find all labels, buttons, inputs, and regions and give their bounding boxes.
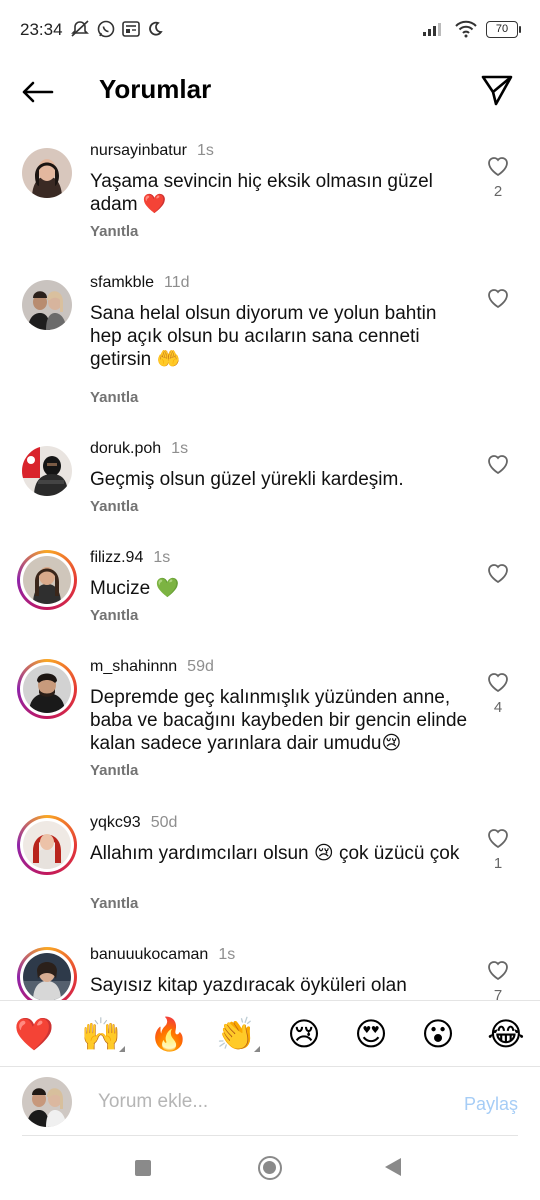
divider [22,1135,518,1136]
comment-item: nursayinbatur 1s Yaşama sevincin hiç eksi… [0,130,540,260]
comment-time: 1s [196,142,214,159]
comment-username[interactable]: banuuukocaman 1s [90,946,235,964]
moon-icon [149,21,163,36]
status-time: 23:34 [20,20,63,39]
like-heart-icon[interactable] [486,453,510,475]
avatar-story-ring[interactable] [17,947,77,1000]
home-button[interactable] [258,1156,282,1180]
comment-username[interactable]: filizz.94 1s [90,549,170,567]
emoji-laugh[interactable]: 😂 [486,1014,526,1054]
emoji-heart-eyes[interactable]: 😍 [351,1014,391,1054]
battery-icon: 70 [486,20,521,38]
reply-button[interactable]: Yanıtla [90,895,138,912]
recent-apps-button[interactable] [135,1160,151,1176]
whatsapp-icon [97,20,115,38]
avatar[interactable] [22,446,72,496]
comment-input[interactable] [98,1091,398,1113]
comment-item: sfamkble 11d Sana helal olsun diyorum ve … [0,262,540,427]
system-back-button[interactable] [385,1158,401,1176]
like-heart-icon[interactable] [486,827,510,849]
comment-text: Sayısız kitap yazdıracak öyküleri olan [90,975,407,996]
mute-icon [71,20,89,37]
comment-time: 1s [153,549,171,566]
battery-level: 70 [495,23,509,35]
emoji-raised-hands[interactable]: 🙌 [81,1014,125,1054]
comment-time: 1s [218,946,236,963]
avatar [23,556,71,604]
comment-item: yqkc93 50d Allahım yardımcıları olsun 😢 ç… [0,802,540,932]
news-icon [122,21,140,37]
like-count: 7 [493,987,503,1000]
status-system-icons: 70 [422,20,521,38]
comment-time: 50d [150,814,178,831]
like-count: 2 [493,183,503,200]
skin-tone-indicator [119,1046,125,1052]
comment-text: Sana helal olsun diyorum ve yolun bahtin… [90,303,437,370]
my-avatar [22,1077,72,1127]
avatar-story-ring[interactable] [17,550,77,610]
like-heart-icon[interactable] [486,671,510,693]
reply-button[interactable]: Yanıtla [90,498,138,515]
comment-time: 59d [187,658,214,675]
like-heart-icon[interactable] [486,959,510,981]
comment-input-bar: Paylaş [0,1066,540,1138]
avatar [23,953,71,1000]
comment-text: Allahım yardımcıları olsun 😢 çok üzücü ç… [90,843,460,864]
page-title: Yorumlar [99,74,212,104]
like-count: 1 [493,855,503,872]
share-button[interactable]: Paylaş [464,1094,518,1115]
comment-item: m_shahinnn 59d Depremde geç kalınmışlık y… [0,646,540,801]
avatar-story-ring[interactable] [17,815,77,875]
reply-button[interactable]: Yanıtla [90,607,138,624]
avatar [23,665,71,713]
header: Yorumlar [0,64,540,120]
avatar-story-ring[interactable] [17,659,77,719]
comment-username[interactable]: nursayinbatur 1s [90,142,214,160]
comment-text: Geçmiş olsun güzel yürekli kardeşim. [90,469,404,490]
emoji-clap[interactable]: 👏 [216,1014,260,1054]
status-bar: 23:34 70 [0,0,540,64]
comment-time: 1s [171,440,189,457]
comment-username[interactable]: m_shahinnn 59d [90,658,214,676]
emoji-cry[interactable]: 😢 [284,1014,324,1054]
comments-list[interactable]: nursayinbatur 1s Yaşama sevincin hiç eksi… [0,130,540,1000]
reply-button[interactable]: Yanıtla [90,223,138,240]
signal-icon [423,23,441,36]
status-notification-icons [70,20,163,38]
send-icon [481,75,513,106]
skin-tone-indicator [254,1046,260,1052]
comment-text: Yaşama sevincin hiç eksik olmasın güzel … [90,171,433,215]
comment-username[interactable]: yqkc93 50d [90,814,177,832]
back-arrow-icon [22,81,54,103]
comment-item: banuuukocaman 1s Sayısız kitap yazdıracak… [0,934,540,1000]
comment-item: filizz.94 1s Mucize 💚 Yanıtla [0,537,540,645]
avatar[interactable] [22,148,72,198]
share-direct-button[interactable] [480,73,516,109]
reply-button[interactable]: Yanıtla [90,762,138,779]
comment-time: 11d [164,274,190,291]
reply-button[interactable]: Yanıtla [90,389,138,406]
comment-username[interactable]: sfamkble 11d [90,274,190,292]
emoji-heart[interactable]: ❤️ [14,1014,54,1054]
comment-text: Mucize 💚 [90,578,180,599]
wifi-icon [455,20,477,38]
comment-item: doruk.poh 1s Geçmiş olsun güzel yürekli k… [0,428,540,536]
comment-text: Depremde geç kalınmışlık yüzünden anne, … [90,687,468,754]
avatar [23,821,71,869]
back-button[interactable] [20,74,60,110]
like-heart-icon[interactable] [486,287,510,309]
like-heart-icon[interactable] [486,155,510,177]
avatar[interactable] [22,280,72,330]
like-heart-icon[interactable] [486,562,510,584]
system-nav-bar [0,1138,540,1200]
like-count: 4 [493,699,503,716]
emoji-quick-bar: ❤️ 🙌 🔥 👏 😢 😍 😮 😂 [0,1000,540,1066]
emoji-fire[interactable]: 🔥 [149,1014,189,1054]
emoji-surprised[interactable]: 😮 [418,1014,458,1054]
comment-username[interactable]: doruk.poh 1s [90,440,188,458]
